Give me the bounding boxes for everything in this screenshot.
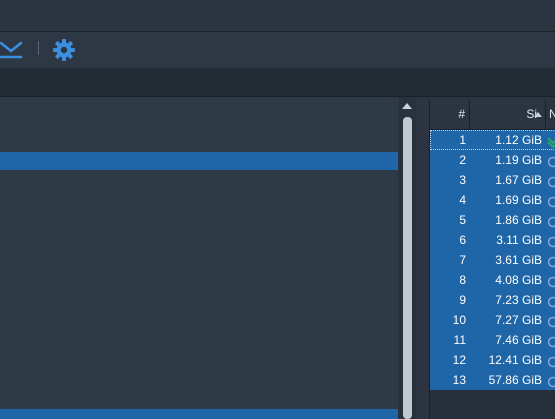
- pending-circle-icon: [547, 174, 555, 188]
- column-header-size[interactable]: Si: [470, 100, 546, 129]
- row-size: 57.86 GiB: [488, 373, 542, 387]
- check-icon: [547, 134, 555, 149]
- table-row[interactable]: 3 1.67 GiB: [430, 170, 555, 190]
- row-size: 3.61 GiB: [495, 253, 542, 267]
- row-size: 1.12 GiB: [495, 133, 542, 147]
- selected-row[interactable]: [0, 409, 398, 419]
- table-body: 1 1.12 GiB 2 1.19 GiB 3 1.67 GiB 4 1.69 GiB 5 1.8…: [430, 130, 555, 390]
- panel-splitter[interactable]: [416, 97, 429, 419]
- table-row[interactable]: 11 7.46 GiB: [430, 330, 555, 350]
- row-number: 5: [459, 213, 466, 227]
- row-number: 6: [459, 233, 466, 247]
- row-size: 3.11 GiB: [496, 233, 542, 247]
- table-row[interactable]: 6 3.11 GiB: [430, 230, 555, 250]
- scroll-up-arrow-icon[interactable]: [402, 103, 412, 109]
- table-row[interactable]: 9 7.23 GiB: [430, 290, 555, 310]
- column-header-name[interactable]: N: [546, 100, 555, 129]
- row-number: 12: [452, 353, 466, 367]
- row-number: 9: [459, 293, 466, 307]
- pending-circle-icon: [547, 154, 555, 168]
- row-number: 2: [459, 153, 466, 167]
- row-number: 7: [459, 253, 466, 267]
- download-icon[interactable]: [0, 38, 24, 62]
- filter-strip: [0, 68, 555, 97]
- files-panel: # Si N 1 1.12 GiB 2 1.19 GiB 3 1.67 GiB 4 1.69 …: [429, 100, 555, 419]
- pending-circle-icon: [547, 254, 555, 268]
- pending-circle-icon: [547, 334, 555, 348]
- table-row[interactable]: 4 1.69 GiB: [430, 190, 555, 210]
- row-size: 12.41 GiB: [488, 353, 542, 367]
- row-number: 10: [452, 313, 466, 327]
- row-size: 1.86 GiB: [495, 213, 542, 227]
- row-number: 3: [459, 173, 466, 187]
- row-number: 11: [453, 333, 466, 347]
- row-size: 1.67 GiB: [495, 173, 542, 187]
- toolbar: [0, 32, 555, 68]
- torrent-list-panel[interactable]: [0, 97, 398, 419]
- table-row[interactable]: 7 3.61 GiB: [430, 250, 555, 270]
- row-size: 1.19 GiB: [495, 153, 542, 167]
- gear-icon[interactable]: [52, 38, 76, 62]
- row-number: 1: [459, 133, 466, 147]
- vertical-scrollbar[interactable]: [399, 97, 416, 419]
- pending-circle-icon: [547, 314, 555, 328]
- table-row[interactable]: 13 57.86 GiB: [430, 370, 555, 390]
- table-row[interactable]: 2 1.19 GiB: [430, 150, 555, 170]
- pending-circle-icon: [547, 274, 555, 288]
- column-header-number[interactable]: #: [430, 100, 470, 129]
- row-number: 8: [459, 273, 466, 287]
- row-size: 1.69 GiB: [495, 193, 542, 207]
- sort-ascending-icon: [534, 112, 542, 117]
- row-number: 4: [459, 193, 466, 207]
- pending-circle-icon: [547, 354, 555, 368]
- row-size: 4.08 GiB: [495, 273, 542, 287]
- row-size: 7.27 GiB: [495, 313, 542, 327]
- row-size: 7.23 GiB: [495, 293, 542, 307]
- table-row[interactable]: 5 1.86 GiB: [430, 210, 555, 230]
- table-row[interactable]: 8 4.08 GiB: [430, 270, 555, 290]
- title-bar: [0, 0, 555, 32]
- toolbar-separator: [38, 41, 39, 55]
- table-row[interactable]: 1 1.12 GiB: [430, 130, 555, 150]
- scrollbar-thumb[interactable]: [403, 117, 412, 419]
- pending-circle-icon: [547, 194, 555, 208]
- table-header: # Si N: [430, 100, 555, 130]
- pending-circle-icon: [547, 374, 555, 388]
- row-number: 13: [452, 373, 466, 387]
- pending-circle-icon: [547, 234, 555, 248]
- pending-circle-icon: [547, 214, 555, 228]
- table-row[interactable]: 10 7.27 GiB: [430, 310, 555, 330]
- pending-circle-icon: [547, 294, 555, 308]
- table-row[interactable]: 12 12.41 GiB: [430, 350, 555, 370]
- row-size: 7.46 GiB: [495, 333, 542, 347]
- selected-row[interactable]: [0, 152, 398, 170]
